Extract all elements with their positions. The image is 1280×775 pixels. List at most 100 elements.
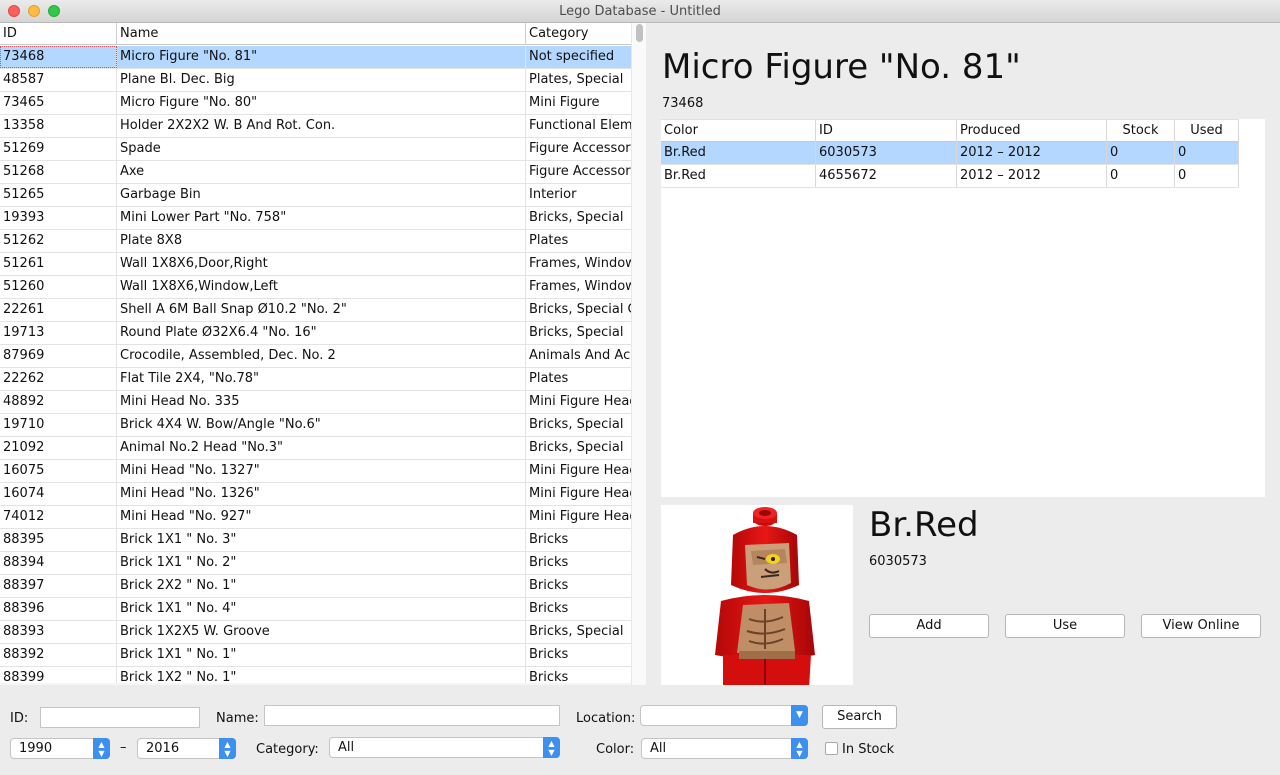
table-row[interactable]: 88396 Brick 1X1 " No. 4" Bricks	[0, 598, 631, 621]
variant-stock: 0	[1107, 165, 1175, 187]
id-filter-input[interactable]	[40, 707, 200, 728]
name-filter-input[interactable]	[264, 705, 560, 726]
part-name-cell: Garbage Bin	[117, 184, 526, 206]
up-down-chevron-icon: ▲ ▼	[543, 737, 560, 758]
variant-stock: 0	[1107, 142, 1175, 164]
column-header-produced[interactable]: Produced	[957, 120, 1107, 142]
part-id-cell: 73465	[0, 92, 117, 114]
color-filter-label: Color:	[596, 742, 635, 757]
table-row[interactable]: 73465 Micro Figure "No. 80" Mini Figure	[0, 92, 631, 115]
part-name-cell: Wall 1X8X6,Door,Right	[117, 253, 526, 275]
part-id-cell: 88394	[0, 552, 117, 574]
part-category-cell: Bricks	[529, 601, 569, 616]
category-select[interactable]: All ▲ ▼	[329, 737, 560, 758]
part-id-cell: 51268	[0, 161, 117, 183]
part-category-cell: Interior	[529, 187, 577, 202]
part-category-cell: Bricks, Special	[529, 210, 624, 225]
table-row[interactable]: 19393 Mini Lower Part "No. 758" Bricks, Sp…	[0, 207, 631, 230]
parts-table-vertical-scrollbar[interactable]	[631, 23, 646, 685]
part-id-cell: 88392	[0, 644, 117, 666]
color-select[interactable]: All ▲ ▼	[641, 738, 808, 759]
table-row[interactable]: 73468 Micro Figure "No. 81" Not specified	[0, 46, 631, 69]
part-id-cell: 88397	[0, 575, 117, 597]
table-row[interactable]: 16074 Mini Head "No. 1326" Mini Figure Hea…	[0, 483, 631, 506]
variant-id: 4655672	[816, 165, 957, 187]
table-row[interactable]: 19710 Brick 4X4 W. Bow/Angle "No.6" Bricks…	[0, 414, 631, 437]
part-name-cell: Mini Head "No. 1326"	[117, 483, 526, 505]
table-row[interactable]: 22261 Shell A 6M Ball Snap Ø10.2 "No. 2" B…	[0, 299, 631, 322]
part-name-cell: Spade	[117, 138, 526, 160]
column-header-stock[interactable]: Stock	[1107, 120, 1175, 142]
part-name-cell: Mini Lower Part "No. 758"	[117, 207, 526, 229]
column-header-category[interactable]: Category	[526, 23, 631, 45]
part-category-cell: Bricks	[529, 647, 569, 662]
part-id-cell: 88395	[0, 529, 117, 551]
part-id-cell: 22262	[0, 368, 117, 390]
chevron-down-icon: ▼	[791, 705, 808, 726]
table-row[interactable]: 88394 Brick 1X1 " No. 2" Bricks	[0, 552, 631, 575]
part-name-cell: Brick 4X4 W. Bow/Angle "No.6"	[117, 414, 526, 436]
table-row[interactable]: 51265 Garbage Bin Interior	[0, 184, 631, 207]
use-button[interactable]: Use	[1005, 614, 1125, 638]
variant-produced: 2012 – 2012	[957, 165, 1107, 187]
table-row[interactable]: 51268 Axe Figure Accessori	[0, 161, 631, 184]
variants-table-area: Color ID Produced Stock Used Br.Red 6030…	[661, 119, 1265, 497]
part-id-cell: 19393	[0, 207, 117, 229]
variant-row[interactable]: Br.Red 4655672 2012 – 2012 0 0	[661, 165, 1239, 188]
table-row[interactable]: 48587 Plane Bl. Dec. Big Plates, Special	[0, 69, 631, 92]
category-filter-label: Category:	[256, 742, 319, 757]
table-row[interactable]: 51269 Spade Figure Accessori	[0, 138, 631, 161]
variant-row[interactable]: Br.Red 6030573 2012 – 2012 0 0	[661, 142, 1239, 165]
part-name-cell: Mini Head "No. 1327"	[117, 460, 526, 482]
title-bar: Lego Database - Untitled	[0, 0, 1280, 23]
search-button[interactable]: Search	[822, 705, 897, 729]
vertical-scroll-thumb[interactable]	[636, 24, 643, 42]
table-row[interactable]: 74012 Mini Head "No. 927" Mini Figure Head	[0, 506, 631, 529]
table-row[interactable]: 21092 Animal No.2 Head "No.3" Bricks, Spec…	[0, 437, 631, 460]
part-id-cell: 74012	[0, 506, 117, 528]
table-row[interactable]: 88397 Brick 2X2 " No. 1" Bricks	[0, 575, 631, 598]
part-category-cell: Plates	[529, 233, 569, 248]
table-row[interactable]: 51260 Wall 1X8X6,Window,Left Frames, Windo…	[0, 276, 631, 299]
part-id: 73468	[662, 96, 704, 111]
part-category-cell: Bricks	[529, 555, 569, 570]
column-header-name[interactable]: Name	[117, 23, 526, 45]
part-category-cell: Mini Figure	[529, 95, 600, 110]
table-row[interactable]: 22262 Flat Tile 2X4, "No.78" Plates	[0, 368, 631, 391]
part-id-cell: 51269	[0, 138, 117, 160]
column-header-variant-id[interactable]: ID	[816, 120, 957, 142]
part-name-cell: Brick 1X2X5 W. Groove	[117, 621, 526, 643]
part-name-cell: Brick 1X1 " No. 2"	[117, 552, 526, 574]
table-row[interactable]: 88393 Brick 1X2X5 W. Groove Bricks, Specia…	[0, 621, 631, 644]
column-header-used[interactable]: Used	[1175, 120, 1239, 142]
table-row[interactable]: 51261 Wall 1X8X6,Door,Right Frames, Window	[0, 253, 631, 276]
part-name-cell: Micro Figure "No. 80"	[117, 92, 526, 114]
table-row[interactable]: 51262 Plate 8X8 Plates	[0, 230, 631, 253]
in-stock-checkbox[interactable]	[825, 742, 838, 755]
part-name-cell: Holder 2X2X2 W. B And Rot. Con.	[117, 115, 526, 137]
category-value: All	[338, 740, 355, 755]
table-row[interactable]: 87969 Crocodile, Assembled, Dec. No. 2 Ani…	[0, 345, 631, 368]
variant-id: 6030573	[816, 142, 957, 164]
part-id-cell: 51260	[0, 276, 117, 298]
year-from-select[interactable]: 1990 ▲ ▼	[10, 738, 110, 759]
part-id-cell: 19713	[0, 322, 117, 344]
location-combobox[interactable]: ▼	[640, 705, 808, 726]
add-button[interactable]: Add	[869, 614, 989, 638]
column-header-color[interactable]: Color	[661, 120, 816, 142]
table-row[interactable]: 88392 Brick 1X1 " No. 1" Bricks	[0, 644, 631, 667]
part-category-cell: Bricks	[529, 532, 569, 547]
table-row[interactable]: 16075 Mini Head "No. 1327" Mini Figure Hea…	[0, 460, 631, 483]
table-row[interactable]: 48892 Mini Head No. 335 Mini Figure Head	[0, 391, 631, 414]
part-id-cell: 48892	[0, 391, 117, 413]
view-online-button[interactable]: View Online	[1141, 614, 1261, 638]
year-to-select[interactable]: 2016 ▲ ▼	[137, 738, 236, 759]
table-row[interactable]: 13358 Holder 2X2X2 W. B And Rot. Con. Func…	[0, 115, 631, 138]
part-name-cell: Micro Figure "No. 81"	[117, 46, 526, 68]
table-row[interactable]: 19713 Round Plate Ø32X6.4 "No. 16" Bricks,…	[0, 322, 631, 345]
variants-table-header: Color ID Produced Stock Used	[661, 119, 1239, 142]
micro-figure-red-image	[715, 507, 815, 693]
part-category-cell: Figure Accessori	[529, 164, 631, 179]
table-row[interactable]: 88395 Brick 1X1 " No. 3" Bricks	[0, 529, 631, 552]
column-header-id[interactable]: ID	[0, 23, 117, 45]
